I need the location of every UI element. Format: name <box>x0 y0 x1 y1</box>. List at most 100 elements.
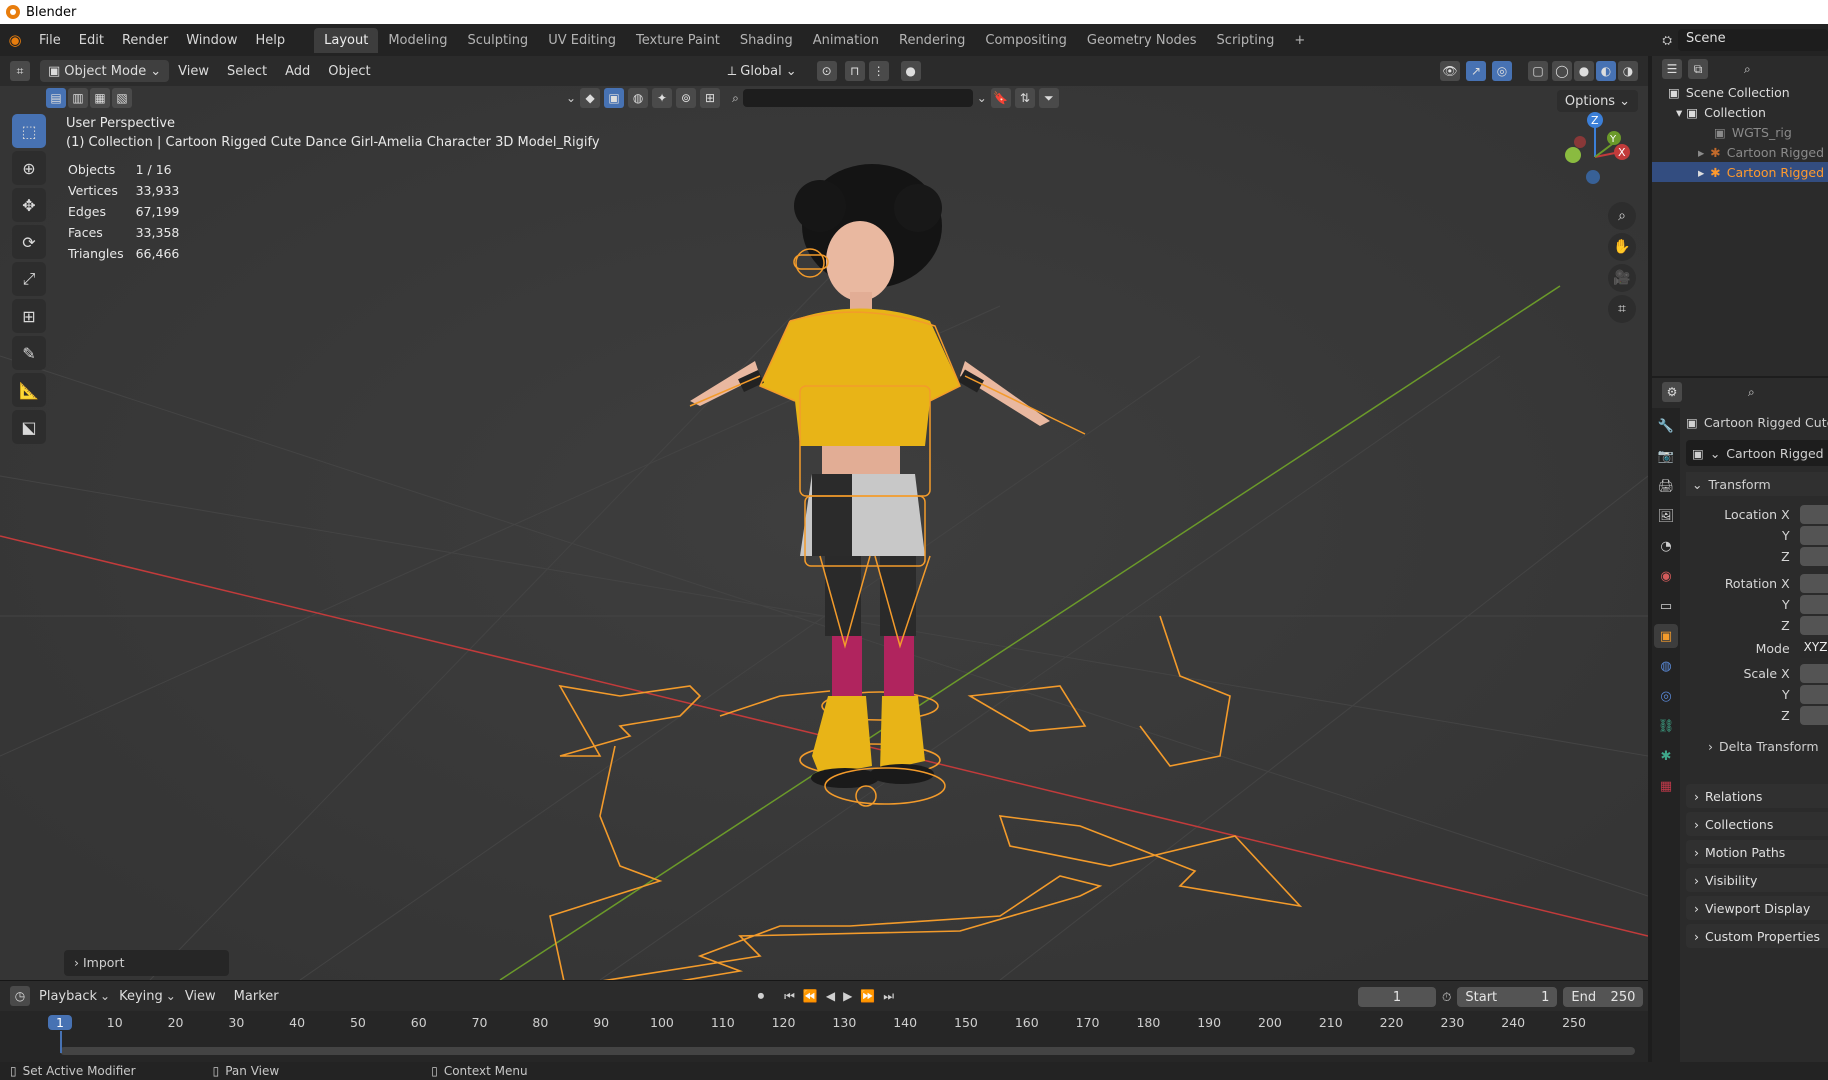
chevron-down-icon[interactable]: ⌄ <box>566 91 576 105</box>
object-type-filter-icon[interactable]: ◆ <box>580 88 601 108</box>
outliner-row[interactable]: ▣ Scene Collection <box>1652 82 1828 102</box>
proportional-edit-icon[interactable]: ● <box>900 61 921 81</box>
perspective-grid-icon[interactable]: ⌗ <box>1608 295 1636 323</box>
outliner-row[interactable]: ▣ WGTS_rig <box>1652 122 1828 142</box>
xray-icon[interactable]: ▢ <box>1528 61 1548 81</box>
add-workspace-icon[interactable]: + <box>1284 28 1315 53</box>
tab-compositing[interactable]: Compositing <box>975 28 1077 53</box>
data-tab-icon[interactable]: ✱ <box>1654 744 1678 768</box>
scene-name-field[interactable]: Scene <box>1678 29 1828 51</box>
neg-z-axis-icon[interactable] <box>1586 170 1600 184</box>
transform-orientation-dropdown[interactable]: ⟂ Global ⌄ <box>720 60 805 82</box>
world-tab-icon[interactable]: ◉ <box>1654 564 1678 588</box>
camera-view-icon[interactable]: 🎥 <box>1608 264 1636 292</box>
properties-editor-icon[interactable]: ⚙ <box>1662 382 1682 402</box>
tab-uv-editing[interactable]: UV Editing <box>538 28 626 53</box>
scene-icon[interactable]: ⛭ <box>1662 33 1672 48</box>
filter-armature-icon[interactable]: ◍ <box>628 88 649 108</box>
menu-object[interactable]: Object <box>319 64 379 79</box>
filter-empty-icon[interactable]: ⊞ <box>700 88 721 108</box>
preview-range-icon[interactable]: ⏱ <box>1442 990 1451 1005</box>
collections-panel-header[interactable]: › Collections <box>1686 812 1828 836</box>
add-cube-tool-icon[interactable]: ⬕ <box>12 410 46 444</box>
snap-target-icon[interactable]: ⋮ <box>868 61 889 81</box>
physics-tab-icon[interactable]: ◎ <box>1654 684 1678 708</box>
bookmark-icon[interactable]: 🔖 <box>990 88 1011 108</box>
annotate-tool-icon[interactable]: ✎ <box>12 336 46 370</box>
menu-help[interactable]: Help <box>247 33 295 48</box>
custom-properties-panel-header[interactable]: › Custom Properties <box>1686 924 1828 948</box>
select-extend-icon[interactable]: ▥ <box>68 88 88 108</box>
delta-transform-subpanel[interactable]: › Delta Transform <box>1686 734 1828 758</box>
expand-right-icon[interactable]: ▸ <box>1698 145 1704 160</box>
menu-render[interactable]: Render <box>113 33 177 48</box>
tab-shading[interactable]: Shading <box>730 28 803 53</box>
solid-shading-icon[interactable]: ● <box>1574 61 1594 81</box>
datablock-name-field[interactable]: Cartoon Rigged Cute Dance Girl <box>1726 446 1828 461</box>
3d-viewport[interactable]: ⌗ ▣ Object Mode ⌄ View Select Add Object… <box>0 56 1648 980</box>
menu-edit[interactable]: Edit <box>70 33 113 48</box>
outliner-row[interactable]: ▾ ▣ Collection <box>1652 102 1828 122</box>
viewport-display-panel-header[interactable]: › Viewport Display <box>1686 896 1828 920</box>
location-x-field[interactable] <box>1799 505 1828 524</box>
timeline-scrollbar[interactable] <box>60 1047 1635 1055</box>
rotation-y-field[interactable] <box>1799 595 1828 614</box>
select-box-tool-icon[interactable]: ⬚ <box>12 114 46 148</box>
visibility-icon[interactable]: 👁 <box>1440 61 1460 81</box>
search-icon[interactable]: ⌕ <box>1744 62 1751 77</box>
frame-ruler[interactable]: 1 10 20 30 40 50 60 70 80 90 100 110 120 130 140 150 160… <box>0 1015 1648 1035</box>
tab-sculpting[interactable]: Sculpting <box>457 28 538 53</box>
record-keyframe-icon[interactable]: ⏺ <box>758 989 765 1004</box>
outliner-editor-icon[interactable]: ☰ <box>1662 59 1682 79</box>
location-y-field[interactable] <box>1799 526 1828 545</box>
material-shading-icon[interactable]: ◐ <box>1596 61 1616 81</box>
tab-animation[interactable]: Animation <box>803 28 889 53</box>
navigation-gizmo[interactable]: Z X Y <box>1550 112 1640 202</box>
last-operator-panel[interactable]: › Import <box>64 950 229 976</box>
transform-panel-header[interactable]: ⌄ Transform <box>1686 472 1828 496</box>
blender-menu-icon[interactable]: ◉ <box>0 31 30 49</box>
neg-x-axis-icon[interactable] <box>1574 136 1586 148</box>
menu-marker[interactable]: Marker <box>225 989 288 1004</box>
next-keyframe-icon[interactable]: ⏩ <box>860 989 875 1003</box>
zoom-icon[interactable]: ⌕ <box>1608 202 1636 230</box>
timeline-track-area[interactable]: 1 10 20 30 40 50 60 70 80 90 100 110 120 130 140 150 160… <box>0 1011 1648 1063</box>
select-subtract-icon[interactable]: ▦ <box>90 88 110 108</box>
outliner-row[interactable]: ▸ ✱ Cartoon Rigged Cute Dance Girl <box>1652 162 1828 182</box>
tab-scripting[interactable]: Scripting <box>1207 28 1285 53</box>
rotation-x-field[interactable] <box>1799 574 1828 593</box>
jump-end-icon[interactable]: ⏭ <box>883 989 894 1004</box>
transform-tool-icon[interactable]: ⊞ <box>12 299 46 333</box>
menu-view[interactable]: View <box>176 989 225 1004</box>
end-frame-field[interactable]: End 250 <box>1563 987 1644 1007</box>
prev-keyframe-icon[interactable]: ⏪ <box>803 989 818 1003</box>
select-intersect-icon[interactable]: ▧ <box>112 88 132 108</box>
scale-z-field[interactable] <box>1799 706 1828 725</box>
tab-modeling[interactable]: Modeling <box>378 28 457 53</box>
visibility-panel-header[interactable]: › Visibility <box>1686 868 1828 892</box>
filter-search-input[interactable] <box>742 89 973 107</box>
rotate-tool-icon[interactable]: ⟳ <box>12 225 46 259</box>
mode-dropdown[interactable]: ▣ Object Mode ⌄ <box>40 60 170 82</box>
menu-playback[interactable]: Playback <box>30 989 106 1004</box>
funnel-icon[interactable]: ⏷ <box>1038 88 1059 108</box>
object-tab-icon[interactable]: ▣ <box>1654 624 1678 648</box>
current-frame-field[interactable]: 1 <box>1358 987 1436 1007</box>
render-tab-icon[interactable]: 📷 <box>1654 444 1678 468</box>
play-reverse-icon[interactable]: ◀ <box>826 989 835 1003</box>
motion-paths-panel-header[interactable]: › Motion Paths <box>1686 840 1828 864</box>
constraint-tab-icon[interactable]: ⛓ <box>1654 714 1678 738</box>
menu-keying[interactable]: Keying <box>110 989 172 1004</box>
menu-view[interactable]: View <box>169 64 218 79</box>
measure-tool-icon[interactable]: 📐 <box>12 373 46 407</box>
pivot-icon[interactable]: ⊙ <box>816 61 837 81</box>
editor-type-icon[interactable]: ⌗ <box>10 61 30 81</box>
view-layer-tab-icon[interactable]: 🖼 <box>1654 504 1678 528</box>
play-icon[interactable]: ▶ <box>843 989 852 1003</box>
menu-file[interactable]: File <box>30 33 70 48</box>
filter-mesh-icon[interactable]: ▣ <box>604 88 625 108</box>
jump-start-icon[interactable]: ⏮ <box>784 989 795 1004</box>
options-dropdown[interactable]: Options ⌄ <box>1556 90 1638 112</box>
scale-y-field[interactable] <box>1799 685 1828 704</box>
location-z-field[interactable] <box>1799 547 1828 566</box>
